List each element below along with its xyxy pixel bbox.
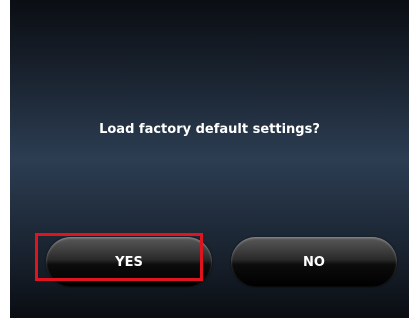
yes-button-label: YES	[115, 254, 143, 270]
yes-button[interactable]: YES	[46, 237, 212, 287]
no-button[interactable]: NO	[231, 237, 397, 287]
no-button-label: NO	[303, 254, 325, 270]
dialog-screen: Load factory default settings? YES NO	[10, 0, 409, 318]
dialog-message: Load factory default settings?	[99, 122, 320, 137]
